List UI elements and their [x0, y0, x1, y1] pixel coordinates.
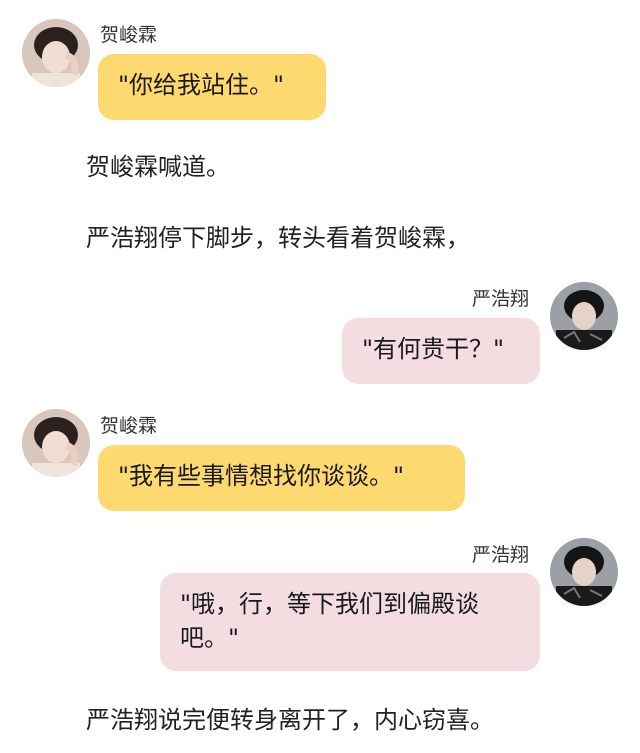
- avatar-portrait-icon: [550, 282, 618, 350]
- speaker-name: 贺峻霖: [100, 24, 158, 46]
- chat-bubble: "我有些事情想找你谈谈。": [98, 445, 465, 511]
- avatar-yan-haoxiang[interactable]: [550, 538, 618, 606]
- chat-bubble: "哦，行，等下我们到偏殿谈吧。": [160, 573, 540, 671]
- chat-bubble: "你给我站住。": [98, 54, 326, 120]
- avatar-portrait-icon: [550, 538, 618, 606]
- speaker-name: 严浩翔: [472, 288, 530, 310]
- avatar-yan-haoxiang[interactable]: [550, 282, 618, 350]
- chat-bubble: "有何贵干？": [342, 318, 540, 384]
- avatar-he-junlin[interactable]: [22, 19, 90, 87]
- avatar-portrait-icon: [22, 409, 90, 477]
- speaker-name: 严浩翔: [472, 544, 530, 566]
- narration-text: 严浩翔停下脚步，转头看着贺峻霖，: [86, 224, 470, 252]
- avatar-he-junlin[interactable]: [22, 409, 90, 477]
- avatar-portrait-icon: [22, 19, 90, 87]
- speaker-name: 贺峻霖: [100, 415, 158, 437]
- narration-text: 贺峻霖喊道。: [86, 153, 230, 181]
- narration-text: 严浩翔说完便转身离开了，内心窃喜。: [86, 706, 494, 734]
